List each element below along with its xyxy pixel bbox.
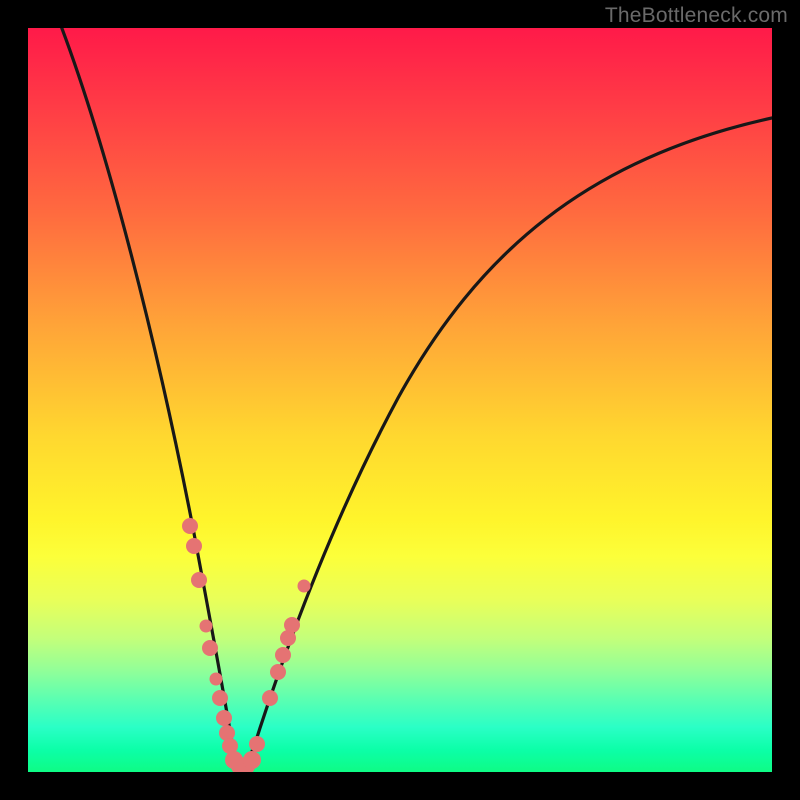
data-point — [249, 736, 265, 752]
data-point — [270, 664, 286, 680]
watermark-text: TheBottleneck.com — [605, 4, 788, 28]
data-point — [186, 538, 202, 554]
data-point — [275, 647, 291, 663]
data-point — [243, 751, 261, 769]
data-point — [284, 617, 300, 633]
bottleneck-curve — [28, 28, 772, 772]
data-point — [216, 710, 232, 726]
plot-area — [28, 28, 772, 772]
data-point — [210, 673, 223, 686]
data-point — [191, 572, 207, 588]
data-point — [182, 518, 198, 534]
data-point — [298, 580, 311, 593]
data-point — [200, 620, 213, 633]
data-point — [262, 690, 278, 706]
data-point — [202, 640, 218, 656]
data-point — [212, 690, 228, 706]
